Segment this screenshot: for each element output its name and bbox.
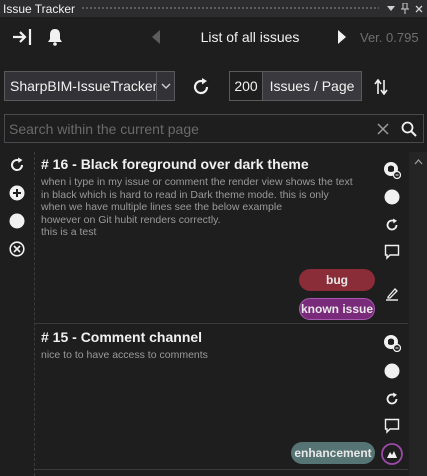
comment-icon[interactable] (382, 416, 402, 436)
close-circle-icon[interactable] (8, 240, 26, 258)
top-toolbar: List of all issues Ver. 0.795 (0, 22, 427, 54)
issues-per-page-label: Issues / Page (269, 78, 355, 94)
circle-icon[interactable] (8, 212, 26, 230)
edit-labels-icon[interactable] (382, 284, 402, 304)
repository-select-value: SharpBIM-IssueTracker (10, 78, 156, 94)
logout-icon[interactable] (10, 26, 34, 48)
search-icon[interactable] (395, 117, 423, 141)
drag-grip[interactable] (81, 6, 379, 11)
bell-icon[interactable] (44, 26, 66, 48)
window-titlebar: Issue Tracker (0, 0, 427, 17)
issue-body: when i type in my issue or comment the r… (41, 176, 353, 239)
issues-per-page-input[interactable]: 200 (230, 72, 263, 100)
search-bar (4, 114, 424, 143)
github-link-icon[interactable] (382, 160, 402, 180)
issue-card[interactable]: # 15 - Comment channel nice to to have a… (35, 325, 408, 470)
issue-body: nice to to have access to comments (41, 349, 208, 361)
reload-icon[interactable] (8, 156, 26, 174)
label-bug[interactable]: bug (299, 269, 375, 291)
issues-per-page: 200 Issues / Page (229, 71, 362, 101)
add-issue-icon[interactable] (8, 184, 26, 202)
search-input[interactable] (5, 120, 371, 137)
repository-select[interactable]: SharpBIM-IssueTracker (4, 71, 175, 101)
close-icon[interactable] (413, 2, 425, 16)
label-known-issue[interactable]: known issue (299, 298, 375, 320)
status-circle-icon[interactable] (382, 361, 402, 381)
page-title: List of all issues (200, 29, 300, 45)
window-menu-icon[interactable] (385, 2, 397, 16)
reopen-icon[interactable] (382, 389, 402, 409)
status-circle-icon[interactable] (382, 187, 402, 207)
issue-card[interactable]: # 16 - Black foreground over dark theme … (35, 152, 408, 324)
list-scrollbar[interactable] (409, 152, 427, 476)
github-link-icon[interactable] (382, 333, 402, 353)
issue-list: # 16 - Black foreground over dark theme … (34, 152, 427, 476)
next-page-icon[interactable] (334, 28, 350, 46)
refresh-icon[interactable] (190, 76, 212, 98)
assignee-avatar-icon[interactable] (381, 443, 403, 465)
comment-icon[interactable] (382, 242, 402, 262)
reopen-icon[interactable] (382, 215, 402, 235)
scroll-up-icon[interactable] (413, 158, 423, 166)
window-title: Issue Tracker (3, 1, 76, 16)
issue-title[interactable]: # 15 - Comment channel (41, 329, 202, 345)
label-enhancement[interactable]: enhancement (291, 442, 375, 464)
project-row: SharpBIM-IssueTracker 200 Issues / Page (0, 70, 427, 104)
version-label: Ver. 0.795 (360, 30, 419, 45)
previous-page-icon[interactable] (148, 28, 164, 46)
sort-icon[interactable] (372, 77, 390, 97)
chevron-down-icon[interactable] (156, 72, 174, 100)
pin-icon[interactable] (399, 2, 411, 16)
left-action-rail (0, 152, 34, 476)
clear-search-icon[interactable] (371, 117, 395, 141)
issue-title[interactable]: # 16 - Black foreground over dark theme (41, 156, 309, 172)
